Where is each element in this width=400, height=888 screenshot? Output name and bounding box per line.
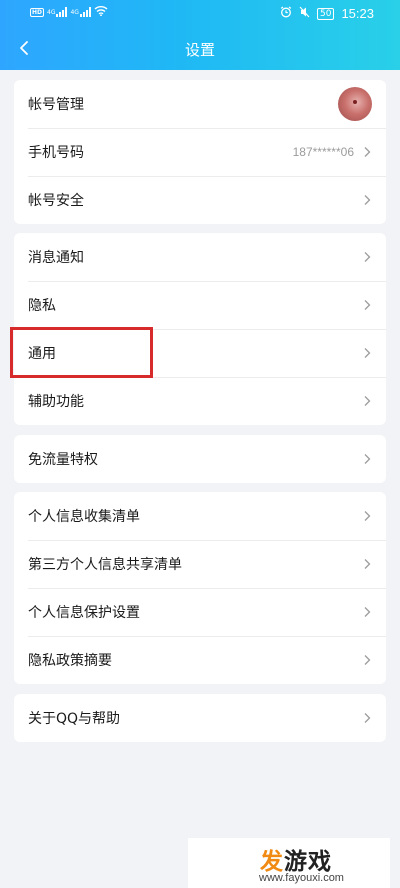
status-bar: HD 4G 4G 50 15:23 bbox=[0, 0, 400, 28]
settings-group-general: 消息通知 隐私 通用 辅助功能 bbox=[14, 233, 386, 425]
net-tag-1: 4G bbox=[47, 8, 56, 16]
chevron-right-icon bbox=[362, 145, 372, 159]
settings-item-account-management[interactable]: 帐号管理 bbox=[14, 80, 386, 128]
chevron-right-icon bbox=[362, 298, 372, 312]
avatar bbox=[338, 87, 372, 121]
settings-group-personal-info: 个人信息收集清单 第三方个人信息共享清单 个人信息保护设置 隐私政策摘要 bbox=[14, 492, 386, 684]
phone-number-value: 187******06 bbox=[292, 145, 354, 159]
settings-item-label: 隐私 bbox=[28, 298, 56, 314]
settings-group-account: 帐号管理 手机号码 187******06 帐号安全 bbox=[14, 80, 386, 224]
settings-item-label: 手机号码 bbox=[28, 145, 84, 161]
chevron-right-icon bbox=[362, 711, 372, 725]
page-title: 设置 bbox=[184, 41, 215, 59]
net-tag-2: 4G bbox=[70, 8, 79, 16]
hd-badge-1: HD bbox=[30, 7, 45, 17]
settings-item-account-security[interactable]: 帐号安全 bbox=[14, 176, 386, 224]
settings-item-info-protection[interactable]: 个人信息保护设置 bbox=[14, 588, 386, 636]
nav-bar: 设置 bbox=[0, 28, 400, 70]
mute-icon bbox=[299, 6, 310, 21]
settings-item-info-collection[interactable]: 个人信息收集清单 bbox=[14, 492, 386, 540]
settings-item-label: 个人信息保护设置 bbox=[28, 605, 140, 621]
signal-icon bbox=[56, 7, 68, 17]
settings-item-privacy[interactable]: 隐私 bbox=[14, 281, 386, 329]
chevron-right-icon bbox=[362, 346, 372, 360]
chevron-right-icon bbox=[362, 394, 372, 408]
settings-item-label: 辅助功能 bbox=[28, 394, 84, 410]
chevron-right-icon bbox=[362, 509, 372, 523]
chevron-right-icon bbox=[362, 653, 372, 667]
chevron-right-icon bbox=[362, 452, 372, 466]
settings-item-label: 帐号管理 bbox=[28, 97, 84, 113]
chevron-right-icon bbox=[362, 605, 372, 619]
settings-item-label: 帐号安全 bbox=[28, 193, 84, 209]
settings-item-label: 免流量特权 bbox=[28, 452, 98, 468]
watermark-title: 发游戏 bbox=[260, 842, 332, 876]
settings-item-label: 个人信息收集清单 bbox=[28, 509, 140, 525]
alarm-icon bbox=[280, 6, 292, 21]
settings-item-accessibility[interactable]: 辅助功能 bbox=[14, 377, 386, 425]
settings-item-about-help[interactable]: 关于QQ与帮助 bbox=[14, 694, 386, 742]
settings-item-free-data[interactable]: 免流量特权 bbox=[14, 435, 386, 483]
settings-item-label: 通用 bbox=[28, 346, 56, 362]
chevron-right-icon bbox=[362, 557, 372, 571]
settings-item-label: 第三方个人信息共享清单 bbox=[28, 557, 182, 573]
wifi-icon bbox=[94, 5, 108, 19]
status-left: HD 4G 4G bbox=[30, 5, 108, 19]
header-bar: HD 4G 4G 50 15:23 设置 bbox=[0, 0, 400, 70]
settings-item-phone-number[interactable]: 手机号码 187******06 bbox=[14, 128, 386, 176]
settings-group-about: 关于QQ与帮助 bbox=[14, 694, 386, 742]
settings-item-privacy-summary[interactable]: 隐私政策摘要 bbox=[14, 636, 386, 684]
battery-icon: 50 bbox=[317, 7, 335, 20]
signal-icon-2 bbox=[79, 7, 91, 17]
settings-item-general[interactable]: 通用 bbox=[14, 329, 386, 377]
settings-item-notifications[interactable]: 消息通知 bbox=[14, 233, 386, 281]
watermark: 发游戏 www.fayouxi.com bbox=[188, 838, 390, 888]
chevron-right-icon bbox=[362, 193, 372, 207]
settings-group-data: 免流量特权 bbox=[14, 435, 386, 483]
settings-item-label: 隐私政策摘要 bbox=[28, 653, 112, 669]
settings-item-label: 关于QQ与帮助 bbox=[28, 711, 121, 727]
settings-item-label: 消息通知 bbox=[28, 250, 84, 266]
status-right: 50 15:23 bbox=[280, 6, 374, 21]
watermark-url: www.fayouxi.com bbox=[259, 872, 344, 884]
status-time: 15:23 bbox=[341, 6, 374, 21]
chevron-right-icon bbox=[362, 250, 372, 264]
settings-item-third-party-sharing[interactable]: 第三方个人信息共享清单 bbox=[14, 540, 386, 588]
